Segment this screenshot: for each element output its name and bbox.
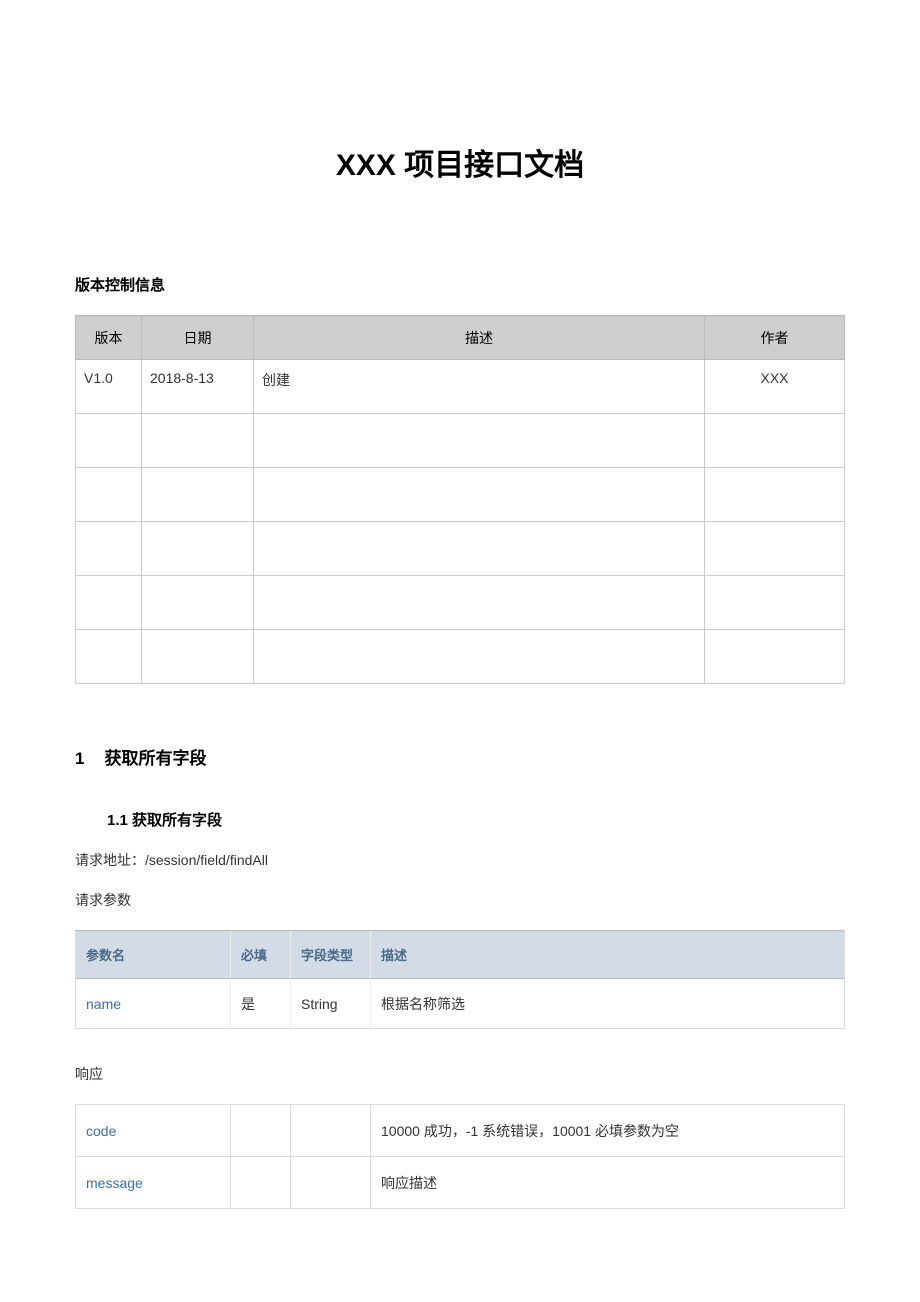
version-row: V1.0 2018-8-13 创建 XXX bbox=[76, 360, 845, 414]
version-section-label: 版本控制信息 bbox=[75, 274, 845, 295]
version-cell-date bbox=[142, 468, 254, 522]
response-label: 响应 bbox=[75, 1064, 845, 1084]
version-row bbox=[76, 576, 845, 630]
subsection-number: 1.1 bbox=[107, 812, 128, 829]
version-cell-author bbox=[705, 468, 845, 522]
request-params-label: 请求参数 bbox=[75, 890, 845, 910]
response-row: message 响应描述 bbox=[76, 1157, 845, 1209]
version-cell-desc bbox=[254, 630, 705, 684]
response-cell-b bbox=[231, 1157, 291, 1209]
version-cell-date bbox=[142, 414, 254, 468]
version-header-author: 作者 bbox=[705, 316, 845, 360]
version-cell-version bbox=[76, 414, 142, 468]
version-cell-author bbox=[705, 630, 845, 684]
param-header-desc: 描述 bbox=[371, 931, 845, 979]
subsection-title: 获取所有字段 bbox=[132, 812, 222, 829]
version-header-date: 日期 bbox=[142, 316, 254, 360]
version-cell-desc bbox=[254, 522, 705, 576]
param-cell-type: String bbox=[291, 979, 371, 1029]
version-cell-author bbox=[705, 522, 845, 576]
response-cell-name: message bbox=[76, 1157, 231, 1209]
version-cell-desc bbox=[254, 414, 705, 468]
response-cell-b bbox=[231, 1105, 291, 1157]
version-cell-author bbox=[705, 576, 845, 630]
request-url-line: 请求地址：/session/field/findAll bbox=[75, 850, 845, 870]
version-cell-date bbox=[142, 630, 254, 684]
response-cell-desc: 10000 成功，-1 系统错误，10001 必填参数为空 bbox=[371, 1105, 845, 1157]
version-cell-version: V1.0 bbox=[76, 360, 142, 414]
version-cell-author bbox=[705, 414, 845, 468]
response-cell-c bbox=[291, 1105, 371, 1157]
param-header-name: 参数名 bbox=[76, 931, 231, 979]
version-cell-version bbox=[76, 522, 142, 576]
version-row bbox=[76, 630, 845, 684]
version-table: 版本 日期 描述 作者 V1.0 2018-8-13 创建 XXX bbox=[75, 315, 845, 684]
response-cell-desc: 响应描述 bbox=[371, 1157, 845, 1209]
version-cell-author: XXX bbox=[705, 360, 845, 414]
request-url-label: 请求地址： bbox=[75, 852, 145, 868]
response-cell-name: code bbox=[76, 1105, 231, 1157]
request-url-value: /session/field/findAll bbox=[145, 852, 268, 868]
version-header-desc: 描述 bbox=[254, 316, 705, 360]
param-table: 参数名 必填 字段类型 描述 name 是 String 根据名称筛选 bbox=[75, 930, 845, 1029]
version-row bbox=[76, 414, 845, 468]
version-cell-date bbox=[142, 522, 254, 576]
response-table: code 10000 成功，-1 系统错误，10001 必填参数为空 messa… bbox=[75, 1104, 845, 1209]
version-row bbox=[76, 522, 845, 576]
section-number: 1 bbox=[75, 749, 84, 769]
response-cell-c bbox=[291, 1157, 371, 1209]
section-title: 获取所有字段 bbox=[104, 749, 206, 768]
section-heading-1-1: 1.1 获取所有字段 bbox=[107, 809, 845, 830]
version-cell-desc bbox=[254, 468, 705, 522]
param-cell-desc: 根据名称筛选 bbox=[371, 979, 845, 1029]
version-cell-desc bbox=[254, 576, 705, 630]
param-header-type: 字段类型 bbox=[291, 931, 371, 979]
version-cell-version bbox=[76, 468, 142, 522]
version-cell-desc: 创建 bbox=[254, 360, 705, 414]
version-cell-version bbox=[76, 630, 142, 684]
param-cell-required: 是 bbox=[231, 979, 291, 1029]
param-cell-name: name bbox=[76, 979, 231, 1029]
version-row bbox=[76, 468, 845, 522]
version-cell-date: 2018-8-13 bbox=[142, 360, 254, 414]
version-cell-date bbox=[142, 576, 254, 630]
param-header-required: 必填 bbox=[231, 931, 291, 979]
param-row: name 是 String 根据名称筛选 bbox=[76, 979, 845, 1029]
version-header-version: 版本 bbox=[76, 316, 142, 360]
version-cell-version bbox=[76, 576, 142, 630]
document-title: XXX 项目接口文档 bbox=[75, 140, 845, 184]
section-heading-1: 1 获取所有字段 bbox=[75, 744, 845, 769]
response-row: code 10000 成功，-1 系统错误，10001 必填参数为空 bbox=[76, 1105, 845, 1157]
